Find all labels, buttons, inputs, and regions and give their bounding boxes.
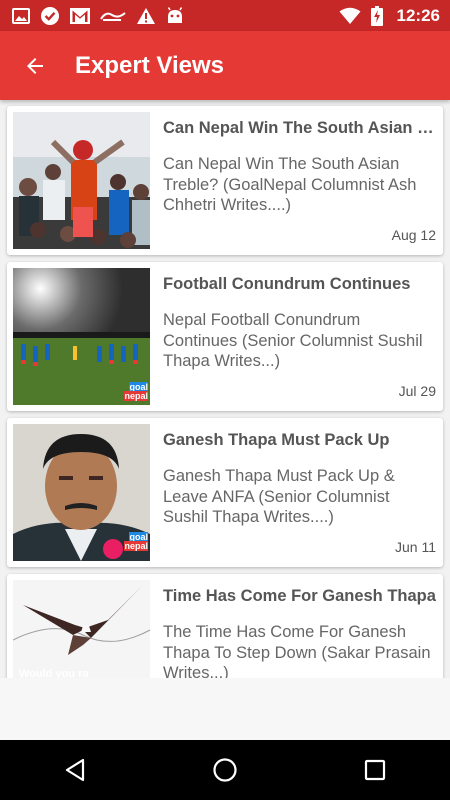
nav-back-button[interactable] xyxy=(45,740,105,800)
nav-recents-button[interactable] xyxy=(345,740,405,800)
article-date: Jul 29 xyxy=(398,383,436,399)
article-description: Ganesh Thapa Must Pack Up & Leave ANFA (… xyxy=(163,467,395,526)
app-logo-icon xyxy=(100,9,126,23)
clock: 12:26 xyxy=(396,5,440,25)
check-icon xyxy=(40,6,60,26)
article-title: Ganesh Thapa Must Pack Up xyxy=(163,431,390,449)
system-nav-bar xyxy=(0,740,450,800)
article-description: The Time Has Come For Ganesh Thapa To St… xyxy=(163,623,431,678)
wifi-icon xyxy=(339,7,361,25)
page-title: Expert Views xyxy=(75,51,224,79)
article-description: Can Nepal Win The South Asian Treble? (G… xyxy=(163,155,417,214)
article-card[interactable]: Would you ra Time Has Come For Ganesh Th… xyxy=(7,574,443,678)
recents-square-icon xyxy=(364,759,386,781)
article-title: Football Conundrum Continues xyxy=(163,275,411,293)
article-date: Aug 12 xyxy=(391,227,436,243)
home-circle-icon xyxy=(213,758,237,782)
arrow-back-icon xyxy=(27,57,43,74)
image-caption: Would you ra xyxy=(19,668,89,678)
article-description: Nepal Football Conundrum Continues (Seni… xyxy=(163,311,423,370)
article-thumbnail xyxy=(13,112,150,249)
system-icons: 12:26 xyxy=(339,5,440,26)
android-icon xyxy=(166,6,184,25)
article-title: Time Has Come For Ganesh Thapa xyxy=(163,587,436,605)
article-card[interactable]: Can Nepal Win The South Asian Treble? Ca… xyxy=(7,106,443,255)
article-title: Can Nepal Win The South Asian Treble? xyxy=(163,119,437,137)
image-icon xyxy=(12,7,30,24)
article-card[interactable]: goal nepal Ganesh Thapa Must Pack Up Gane… xyxy=(7,418,443,567)
goal-nepal-watermark: goal nepal xyxy=(124,532,148,551)
back-button[interactable] xyxy=(7,38,63,94)
article-thumbnail: goal nepal xyxy=(13,424,150,561)
article-date: Jun 11 xyxy=(395,539,436,555)
bottom-empty-area xyxy=(0,678,450,740)
article-thumbnail: goal nepal xyxy=(13,268,150,405)
back-triangle-icon xyxy=(65,758,85,782)
goal-nepal-watermark: goal nepal xyxy=(124,382,148,401)
app-bar: Expert Views xyxy=(0,31,450,100)
status-bar: 12:26 xyxy=(0,0,450,31)
article-card[interactable]: goal nepal Football Conundrum Continues N… xyxy=(7,262,443,411)
battery-charging-icon xyxy=(370,5,383,26)
notification-icons xyxy=(12,6,184,26)
gmail-icon xyxy=(70,7,90,24)
article-thumbnail: Would you ra xyxy=(13,580,150,678)
warning-icon xyxy=(136,7,156,25)
nav-home-button[interactable] xyxy=(195,740,255,800)
article-list[interactable]: Can Nepal Win The South Asian Treble? Ca… xyxy=(0,100,450,678)
